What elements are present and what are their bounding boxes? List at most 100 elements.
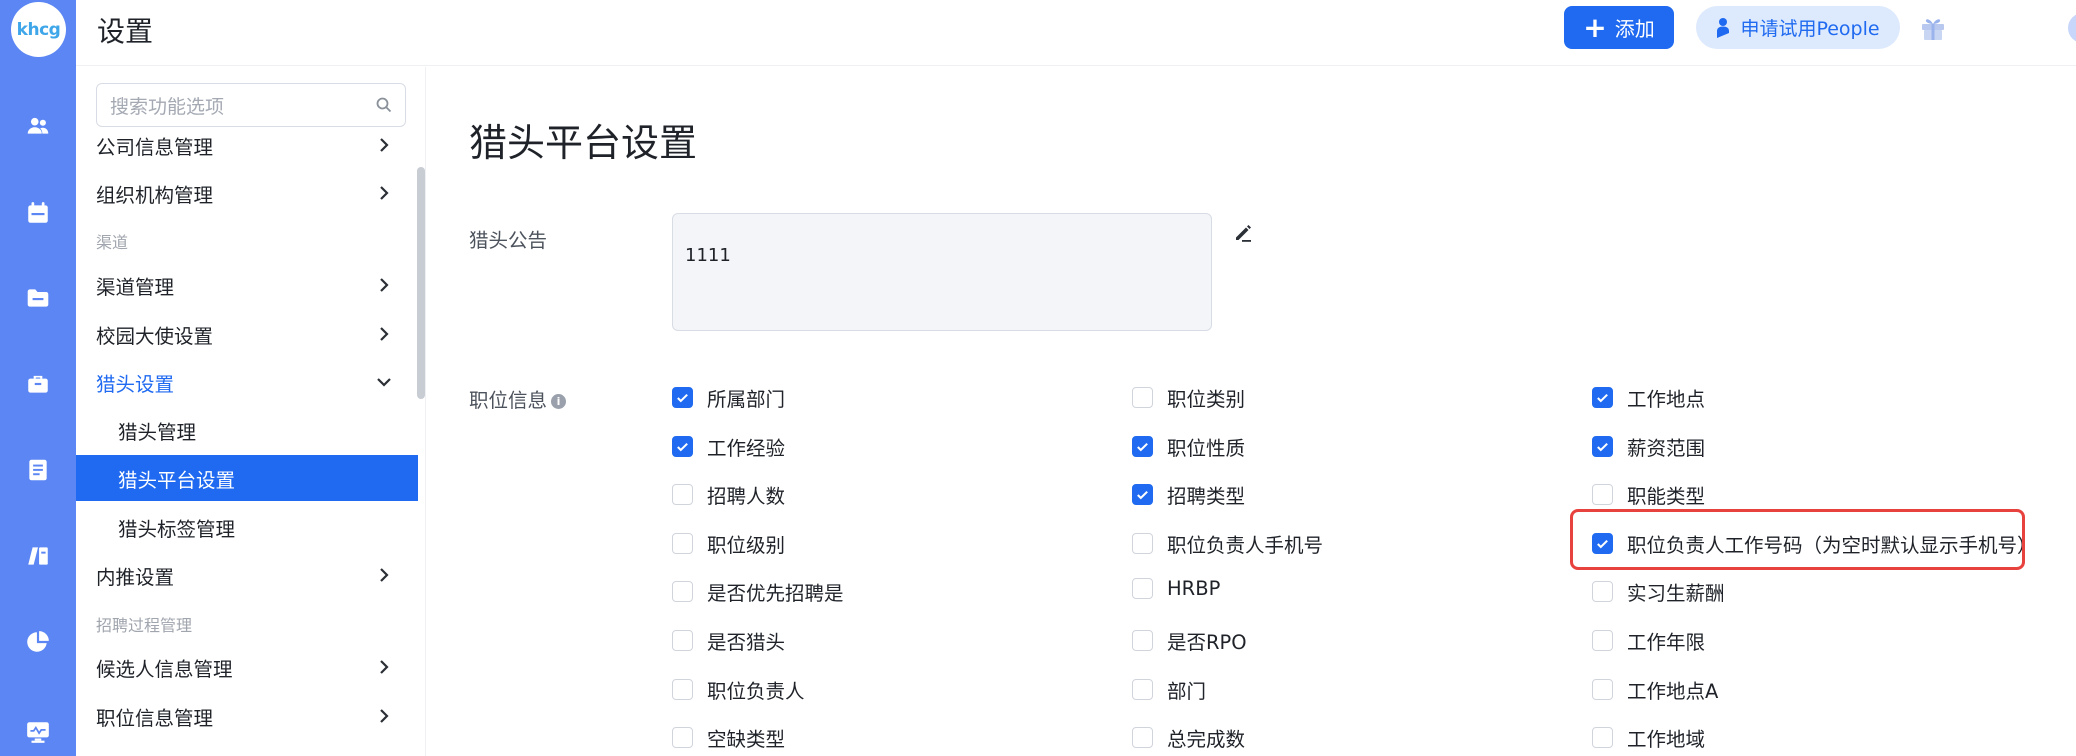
sidebar-item-headhunter-settings[interactable]: 猎头设置 bbox=[76, 359, 416, 405]
checkbox-unchecked[interactable] bbox=[1592, 727, 1613, 748]
chevron-right-icon bbox=[380, 327, 389, 341]
checkbox-unchecked[interactable] bbox=[1592, 630, 1613, 651]
sidebar-item-label: 猎头设置 bbox=[96, 372, 175, 396]
checkbox-checked[interactable] bbox=[672, 436, 693, 457]
folder-icon[interactable] bbox=[24, 284, 52, 312]
people-icon[interactable] bbox=[24, 112, 52, 140]
checkbox-item[interactable]: 工作地点A bbox=[1592, 675, 1718, 704]
pie-chart-icon[interactable] bbox=[24, 628, 52, 656]
document-icon[interactable] bbox=[24, 456, 52, 484]
search-input[interactable]: 搜索功能选项 bbox=[96, 83, 406, 127]
search-placeholder: 搜索功能选项 bbox=[110, 95, 225, 118]
checkbox-checked[interactable] bbox=[1592, 436, 1613, 457]
checkbox-label: 工作地域 bbox=[1627, 728, 1706, 751]
checkbox-item[interactable]: 所属部门 bbox=[672, 383, 785, 412]
checkbox-unchecked[interactable] bbox=[672, 484, 693, 505]
checkbox-item[interactable]: 总完成数 bbox=[1132, 723, 1245, 752]
checkbox-unchecked[interactable] bbox=[672, 581, 693, 602]
checkbox-unchecked[interactable] bbox=[1132, 727, 1153, 748]
calendar-icon[interactable] bbox=[24, 199, 52, 227]
checkbox-label: 所属部门 bbox=[707, 388, 786, 411]
sidebar-item-referral[interactable]: 内推设置 bbox=[76, 552, 416, 598]
sidebar-item-headhunter-mgmt[interactable]: 猎头管理 bbox=[76, 407, 416, 453]
sidebar-item-channel-mgmt[interactable]: 渠道管理 bbox=[76, 262, 416, 308]
checkbox-item[interactable]: 职能类型 bbox=[1592, 480, 1705, 509]
checkbox-label: 职位负责人 bbox=[707, 680, 805, 703]
apply-trial-button[interactable]: 申请试用People bbox=[1696, 6, 1900, 49]
sidebar-item-org[interactable]: 组织机构管理 bbox=[76, 170, 416, 216]
add-button[interactable]: + 添加 bbox=[1564, 6, 1674, 49]
sidebar-item-label: 猎头标签管理 bbox=[118, 517, 236, 541]
checkbox-item[interactable]: 招聘人数 bbox=[672, 480, 785, 509]
edit-icon[interactable] bbox=[1232, 222, 1254, 244]
checkbox-label: 职位性质 bbox=[1167, 437, 1246, 460]
checkbox-item[interactable]: 是否RPO bbox=[1132, 626, 1247, 655]
chevron-right-icon bbox=[380, 709, 389, 723]
checkbox-item[interactable]: 部门 bbox=[1132, 675, 1206, 704]
checkbox-unchecked[interactable] bbox=[672, 679, 693, 700]
sidebar-item-job-info[interactable]: 职位信息管理 bbox=[76, 693, 416, 739]
checkbox-label: 是否RPO bbox=[1167, 631, 1247, 654]
checkbox-checked[interactable] bbox=[672, 387, 693, 408]
checkbox-item[interactable]: 薪资范围 bbox=[1592, 432, 1705, 461]
checkbox-item[interactable]: 职位负责人手机号 bbox=[1132, 529, 1323, 558]
checkbox-unchecked[interactable] bbox=[1592, 581, 1613, 602]
notice-field[interactable]: 1111 bbox=[672, 213, 1212, 331]
sidebar-item-candidate-info[interactable]: 候选人信息管理 bbox=[76, 644, 416, 690]
books-icon[interactable] bbox=[24, 542, 52, 570]
chevron-right-icon bbox=[380, 278, 389, 292]
app-logo[interactable]: khcg bbox=[11, 2, 66, 57]
settings-sidebar: 搜索功能选项 公司信息管理 组织机构管理 渠道 渠道管理 校园大使设置 猎头设置… bbox=[76, 67, 426, 756]
checkbox-label: 职能类型 bbox=[1627, 485, 1706, 508]
sidebar-item-headhunter-platform[interactable]: 猎头平台设置 bbox=[76, 455, 418, 501]
gift-icon[interactable] bbox=[1919, 14, 1947, 42]
checkbox-item[interactable]: HRBP bbox=[1132, 577, 1220, 600]
checkbox-item[interactable]: 职位负责人 bbox=[672, 675, 805, 704]
checkbox-unchecked[interactable] bbox=[1592, 679, 1613, 700]
checkbox-item[interactable]: 工作年限 bbox=[1592, 626, 1705, 655]
checkbox-item[interactable]: 是否猎头 bbox=[672, 626, 785, 655]
checkbox-item[interactable]: 工作经验 bbox=[672, 432, 785, 461]
checkbox-item[interactable]: 空缺类型 bbox=[672, 723, 785, 752]
checkbox-item[interactable]: 实习生薪酬 bbox=[1592, 577, 1725, 606]
info-icon[interactable]: i bbox=[551, 394, 567, 409]
checkbox-item[interactable]: 工作地点 bbox=[1592, 383, 1705, 412]
checkbox-unchecked[interactable] bbox=[1592, 484, 1613, 505]
checkbox-item[interactable]: 职位性质 bbox=[1132, 432, 1245, 461]
checkbox-unchecked[interactable] bbox=[672, 727, 693, 748]
sidebar-item-label: 内推设置 bbox=[96, 565, 175, 589]
annotation-highlight-box bbox=[1570, 509, 2025, 570]
checkbox-label: 招聘人数 bbox=[707, 485, 786, 508]
sidebar-group-process: 招聘过程管理 bbox=[96, 616, 193, 635]
sidebar-item-label: 猎头管理 bbox=[118, 420, 197, 444]
add-button-label: 添加 bbox=[1614, 17, 1655, 41]
checkbox-label: 职位负责人手机号 bbox=[1167, 534, 1324, 557]
sidebar-group-channel: 渠道 bbox=[96, 233, 129, 252]
job-info-label-text: 职位信息 bbox=[469, 389, 548, 412]
checkbox-unchecked[interactable] bbox=[672, 630, 693, 651]
checkbox-item[interactable]: 是否优先招聘是 bbox=[672, 577, 844, 606]
checkbox-checked[interactable] bbox=[1592, 387, 1613, 408]
sidebar-scrollbar[interactable] bbox=[417, 167, 425, 399]
help-icon[interactable]: ? bbox=[2068, 13, 2076, 43]
checkbox-unchecked[interactable] bbox=[1132, 387, 1153, 408]
monitor-icon[interactable] bbox=[24, 718, 52, 746]
checkbox-checked[interactable] bbox=[1132, 484, 1153, 505]
apply-trial-label: 申请试用People bbox=[1740, 18, 1880, 40]
sidebar-item-headhunter-tags[interactable]: 猎头标签管理 bbox=[76, 504, 416, 550]
checkbox-unchecked[interactable] bbox=[1132, 679, 1153, 700]
checkbox-checked[interactable] bbox=[1132, 436, 1153, 457]
checkbox-unchecked[interactable] bbox=[1132, 578, 1153, 599]
sidebar-item-campus[interactable]: 校园大使设置 bbox=[76, 311, 416, 357]
checkbox-item[interactable]: 工作地域 bbox=[1592, 723, 1705, 752]
checkbox-item[interactable]: 职位级别 bbox=[672, 529, 785, 558]
checkbox-item[interactable]: 职位类别 bbox=[1132, 383, 1245, 412]
job-info-label: 职位信息 i bbox=[469, 384, 567, 413]
checkbox-unchecked[interactable] bbox=[1132, 533, 1153, 554]
checkbox-unchecked[interactable] bbox=[1132, 630, 1153, 651]
checkbox-item[interactable]: 招聘类型 bbox=[1132, 480, 1245, 509]
briefcase-icon[interactable] bbox=[24, 370, 52, 398]
sidebar-item-company-info[interactable]: 公司信息管理 bbox=[76, 122, 416, 168]
checkbox-unchecked[interactable] bbox=[672, 533, 693, 554]
section-title: 猎头平台设置 bbox=[469, 121, 698, 165]
